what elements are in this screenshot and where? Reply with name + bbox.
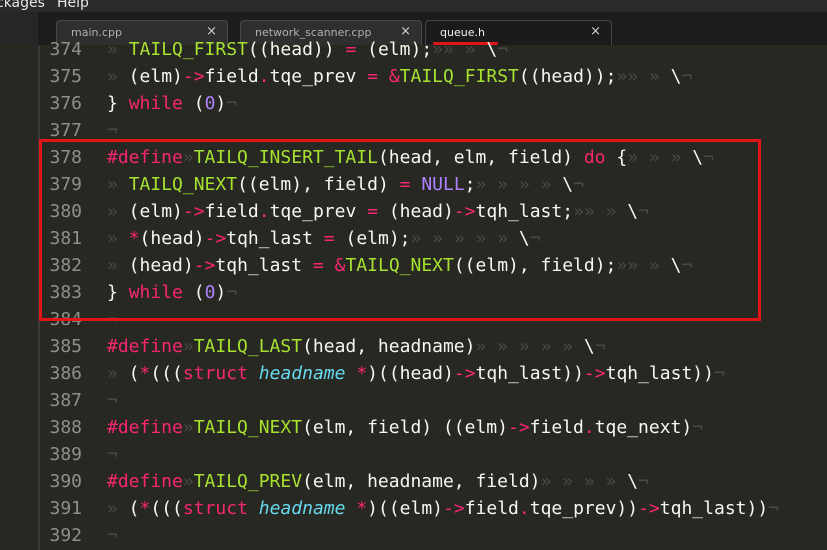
code-text[interactable]: » (*(((struct headname *)((elm)->field.t… [107,495,779,522]
code-text[interactable]: #define»TAILQ_LAST(head, headname)» » » … [107,333,606,360]
code-line[interactable]: 391 » (*(((struct headname *)((elm)->fiel… [0,495,827,522]
line-number: 390 [49,471,82,492]
code-text[interactable]: ¬ [107,441,118,468]
code-line[interactable]: 374 » TAILQ_FIRST((head)) = (elm);»» » \¬ [0,36,827,63]
code-line[interactable]: 388 #define»TAILQ_NEXT(elm, field) ((elm)… [0,414,827,441]
code-line[interactable]: 375 » (elm)->field.tqe_prev = &TAILQ_FIRS… [0,63,827,90]
line-number: 385 [49,336,82,357]
code-line[interactable]: 385 #define»TAILQ_LAST(head, headname)» »… [0,333,827,360]
line-number: 388 [49,417,82,438]
code-line[interactable]: 387 ¬ [0,387,827,414]
code-line[interactable]: 386 » (*(((struct headname *)((head)->tqh… [0,360,827,387]
line-number: 376 [49,93,82,114]
code-text[interactable]: #define»TAILQ_NEXT(elm, field) ((elm)->f… [107,414,703,441]
code-text[interactable]: » (*(((struct headname *)((head)->tqh_la… [107,360,725,387]
code-text[interactable]: #define»TAILQ_PREV(elm, headname, field)… [107,468,649,495]
line-number: 387 [49,390,82,411]
line-number: 389 [49,444,82,465]
highlight-box-annotation [39,139,761,321]
line-number: 375 [49,66,82,87]
line-number: 392 [49,525,82,546]
menu-bar: ckages Help [0,0,827,12]
code-text[interactable]: ¬ [107,522,118,549]
line-number: 386 [49,363,82,384]
menu-item-packages[interactable]: ckages [0,0,45,11]
menu-item-help[interactable]: Help [57,0,89,11]
code-text[interactable]: » TAILQ_FIRST((head)) = (elm);»» » \¬ [107,36,508,63]
code-text[interactable]: } while (0)¬ [107,90,237,117]
line-number: 391 [49,498,82,519]
code-line[interactable]: 390 #define»TAILQ_PREV(elm, headname, fie… [0,468,827,495]
code-line[interactable]: 376 } while (0)¬ [0,90,827,117]
code-text[interactable]: ¬ [107,387,118,414]
code-text[interactable]: » (elm)->field.tqe_prev = &TAILQ_FIRST((… [107,63,692,90]
line-number: 374 [49,39,82,60]
code-line[interactable]: 389 ¬ [0,441,827,468]
code-line[interactable]: 392 ¬ [0,522,827,549]
